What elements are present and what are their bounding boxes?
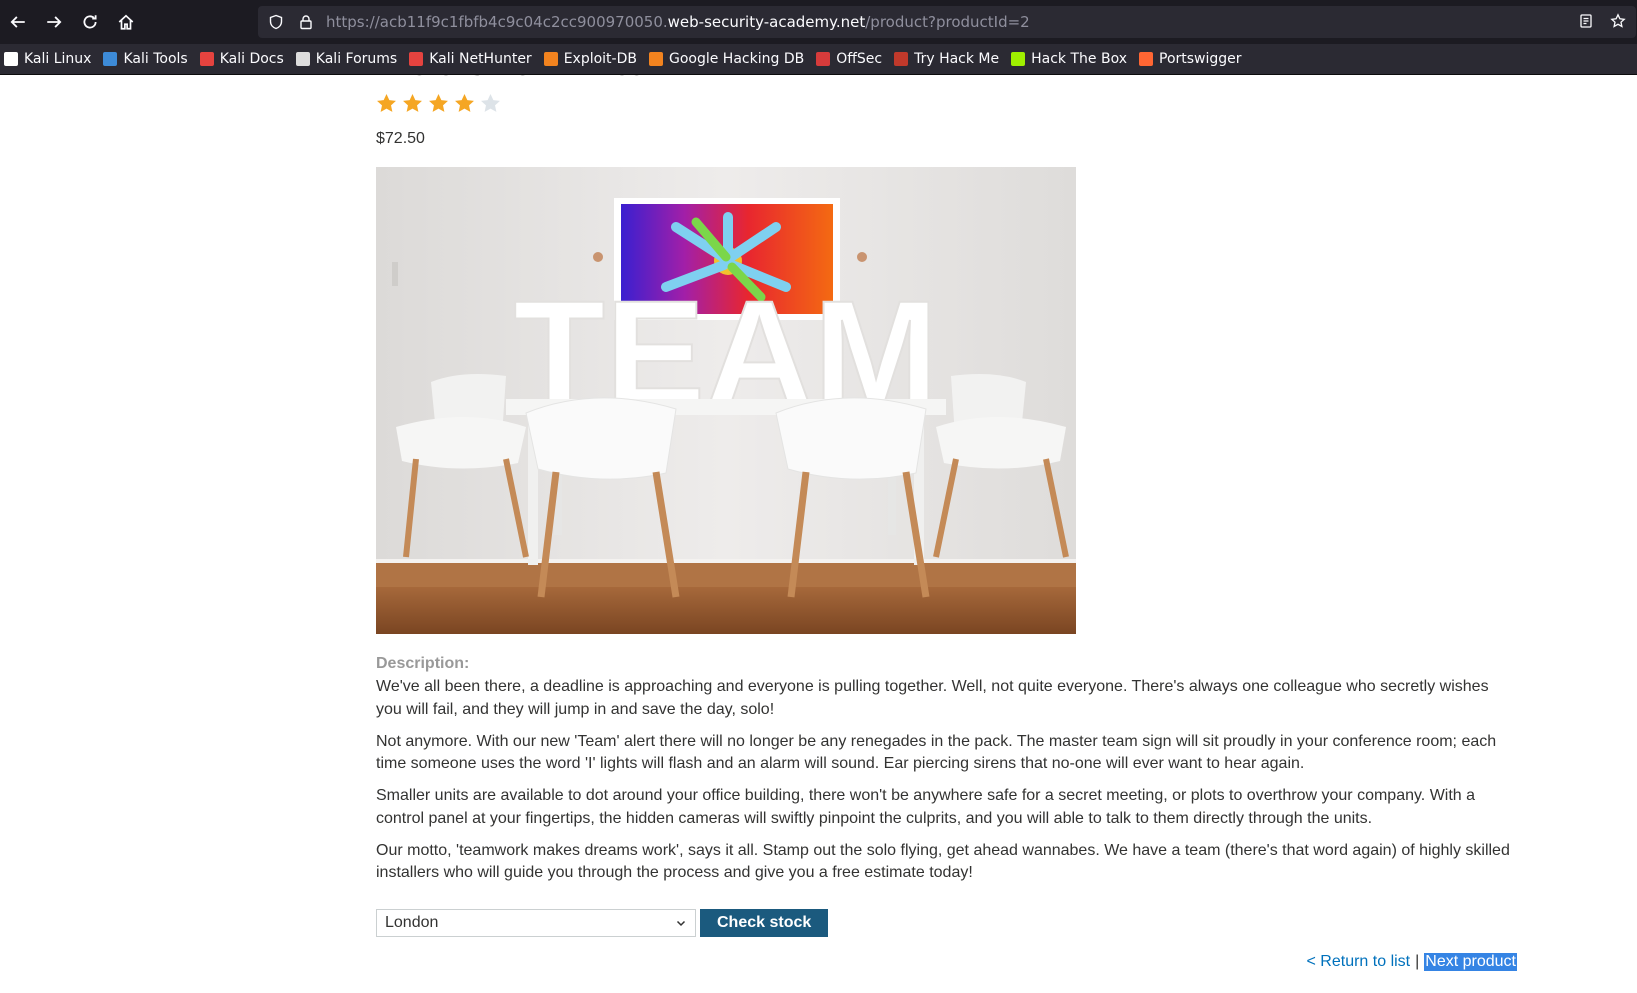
store-select-value: London bbox=[385, 914, 439, 931]
page-viewport: There is No 'I' in Team $72.50 bbox=[0, 75, 1637, 993]
description-paragraph: Our motto, 'teamwork makes dreams work',… bbox=[376, 841, 1510, 882]
bookmark-label: Try Hack Me bbox=[914, 51, 1000, 67]
bookmark-favicon-icon bbox=[1139, 52, 1153, 66]
bookmark-label: Hack The Box bbox=[1031, 51, 1127, 67]
link-separator: | bbox=[1415, 953, 1420, 970]
product-price: $72.50 bbox=[376, 130, 425, 147]
chevron-down-icon bbox=[676, 920, 686, 927]
bookmark-favicon-icon bbox=[543, 52, 558, 66]
product-navigation: < Return to list | Next product bbox=[1307, 953, 1517, 971]
url-prefix: https://acb11f9c1fbfb4c9c04c2cc900970050… bbox=[326, 13, 668, 31]
bookmark-label: Kali NetHunter bbox=[429, 51, 532, 67]
bookmark-item[interactable]: OffSec bbox=[816, 45, 882, 73]
bookmark-favicon-icon bbox=[1011, 52, 1026, 66]
bookmark-favicon-icon bbox=[199, 52, 214, 66]
bookmark-favicon-icon bbox=[4, 52, 18, 66]
description-paragraph: We've all been there, a deadline is appr… bbox=[376, 678, 1489, 718]
bookmark-item[interactable]: Kali Docs bbox=[199, 45, 284, 73]
bookmark-favicon-icon bbox=[894, 52, 909, 66]
check-stock-button[interactable]: Check stock bbox=[700, 909, 829, 937]
return-to-list-link[interactable]: < Return to list bbox=[1307, 953, 1411, 971]
url-text[interactable]: https://acb11f9c1fbfb4c9c04c2cc900970050… bbox=[326, 13, 1030, 31]
home-icon bbox=[118, 14, 134, 30]
star-filled-icon bbox=[377, 94, 396, 112]
bookmark-item[interactable]: Kali NetHunter bbox=[409, 45, 532, 73]
bookmark-label: Exploit-DB bbox=[563, 51, 637, 67]
forward-arrow-icon bbox=[47, 16, 62, 28]
bookmark-star-icon[interactable] bbox=[1610, 13, 1626, 29]
url-path: /product?productId=2 bbox=[865, 13, 1030, 31]
product-rating bbox=[376, 93, 501, 114]
bookmark-item[interactable]: Try Hack Me bbox=[894, 45, 999, 73]
bookmarks-bar: Kali Linux Kali Tools Kali Docs Kali Forums… bbox=[0, 44, 1637, 75]
bookmark-item[interactable]: Google Hacking DB bbox=[648, 45, 805, 73]
product-description: We've all been there, a deadline is appr… bbox=[376, 676, 1516, 894]
bookmark-label: Kali Linux bbox=[24, 51, 92, 67]
star-empty-icon bbox=[481, 94, 500, 112]
back-arrow-icon bbox=[10, 16, 25, 28]
lock-icon[interactable] bbox=[298, 14, 314, 30]
product-image: TEAM bbox=[376, 167, 1076, 634]
stock-check-form: London Check stock bbox=[376, 909, 829, 937]
bookmark-label: Kali Docs bbox=[219, 51, 284, 67]
reader-view-icon[interactable] bbox=[1578, 13, 1594, 29]
reload-icon bbox=[83, 15, 97, 29]
address-bar-actions bbox=[1578, 13, 1626, 29]
description-paragraph: Not anymore. With our new 'Team' alert t… bbox=[376, 732, 1497, 773]
bookmark-label: OffSec bbox=[836, 51, 883, 67]
store-select[interactable]: London bbox=[376, 909, 696, 937]
bookmark-label: Kali Tools bbox=[123, 51, 188, 67]
reload-button[interactable] bbox=[72, 4, 108, 40]
bookmark-favicon-icon bbox=[295, 52, 310, 66]
bookmark-favicon-icon bbox=[103, 52, 118, 66]
bookmark-item[interactable]: Kali Linux bbox=[4, 45, 91, 73]
forward-button[interactable] bbox=[36, 4, 72, 40]
bookmark-label: Portswigger bbox=[1159, 51, 1242, 67]
star-filled-icon bbox=[403, 94, 422, 112]
bookmark-item[interactable]: Kali Tools bbox=[103, 45, 188, 73]
bookmark-favicon-icon bbox=[409, 52, 424, 66]
star-filled-icon bbox=[429, 94, 448, 112]
bookmark-label: Google Hacking DB bbox=[668, 51, 805, 67]
url-host: web-security-academy.net bbox=[667, 13, 866, 31]
shield-icon[interactable] bbox=[268, 14, 284, 30]
next-product-link[interactable]: Next product bbox=[1424, 953, 1517, 971]
bookmark-item[interactable]: Exploit-DB bbox=[543, 45, 637, 73]
bookmark-favicon-icon bbox=[816, 52, 831, 66]
star-filled-icon bbox=[455, 94, 474, 112]
description-label: Description: bbox=[376, 655, 470, 672]
bookmark-favicon-icon bbox=[648, 52, 663, 66]
bookmark-item[interactable]: Hack The Box bbox=[1011, 45, 1127, 73]
back-button[interactable] bbox=[0, 4, 36, 40]
browser-toolbar: https://acb11f9c1fbfb4c9c04c2cc900970050… bbox=[0, 0, 1637, 44]
bookmark-item[interactable]: Kali Forums bbox=[295, 45, 398, 73]
bookmark-label: Kali Forums bbox=[315, 51, 398, 67]
home-button[interactable] bbox=[108, 4, 144, 40]
product-title: There is No 'I' in Team bbox=[376, 75, 672, 83]
address-bar[interactable]: https://acb11f9c1fbfb4c9c04c2cc900970050… bbox=[258, 6, 1636, 38]
description-paragraph: Smaller units are available to dot aroun… bbox=[376, 787, 1476, 827]
bookmark-item[interactable]: Portswigger bbox=[1139, 45, 1242, 73]
